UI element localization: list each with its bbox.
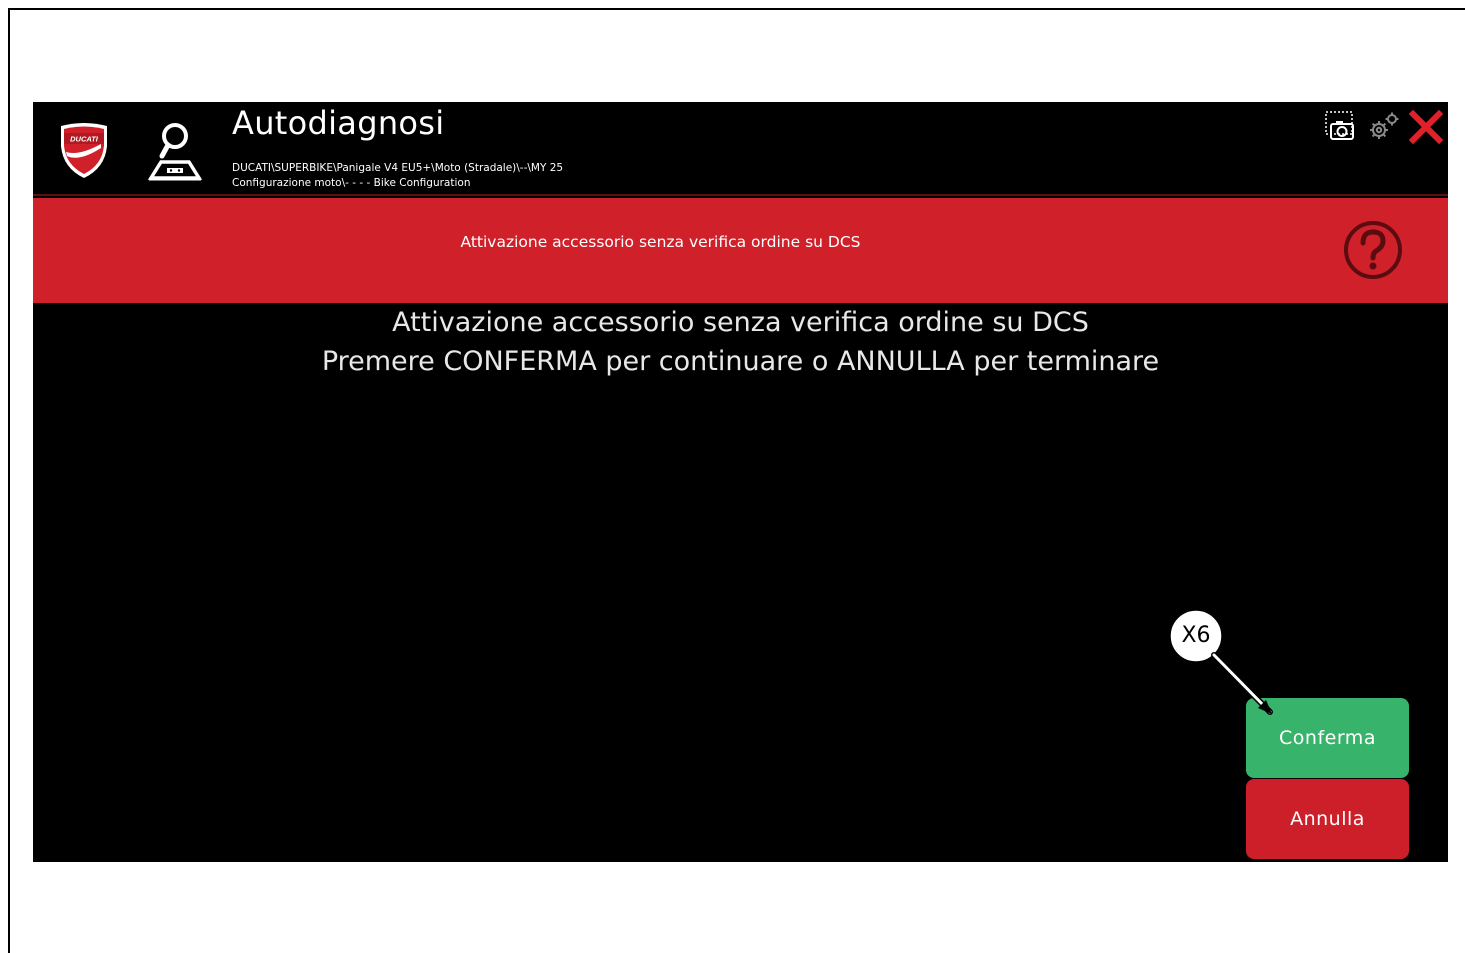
header-divider (33, 194, 1448, 196)
app-window: DUCATI Autodiagnosi DUCATI\SUPERBIKE\Pan… (33, 102, 1448, 862)
configuration-path: Configurazione moto\- - - - Bike Configu… (232, 177, 471, 189)
app-header: DUCATI Autodiagnosi DUCATI\SUPERBIKE\Pan… (33, 102, 1448, 196)
gear-icon[interactable] (1367, 110, 1401, 142)
page-title: Autodiagnosi (232, 104, 445, 142)
title-banner: Attivazione accessorio senza verifica or… (33, 198, 1448, 303)
logo-text: DUCATI (70, 135, 99, 144)
screenshot-icon[interactable] (1324, 110, 1358, 142)
help-icon[interactable] (1343, 220, 1403, 280)
banner-title: Attivazione accessorio senza verifica or… (460, 233, 861, 251)
confirm-button[interactable]: Conferma (1246, 698, 1409, 778)
callout-label: X6 (1181, 623, 1211, 648)
close-icon[interactable] (1409, 110, 1443, 144)
message-line-1: Attivazione accessorio senza verifica or… (392, 307, 1089, 338)
ducati-logo: DUCATI (61, 123, 107, 178)
message-line-2: Premere CONFERMA per continuare o ANNULL… (321, 346, 1160, 377)
vehicle-path: DUCATI\SUPERBIKE\Panigale V4 EU5+\Moto (… (232, 162, 564, 174)
cancel-button[interactable]: Annulla (1246, 779, 1409, 859)
autodiagnosis-icon[interactable] (147, 120, 203, 182)
